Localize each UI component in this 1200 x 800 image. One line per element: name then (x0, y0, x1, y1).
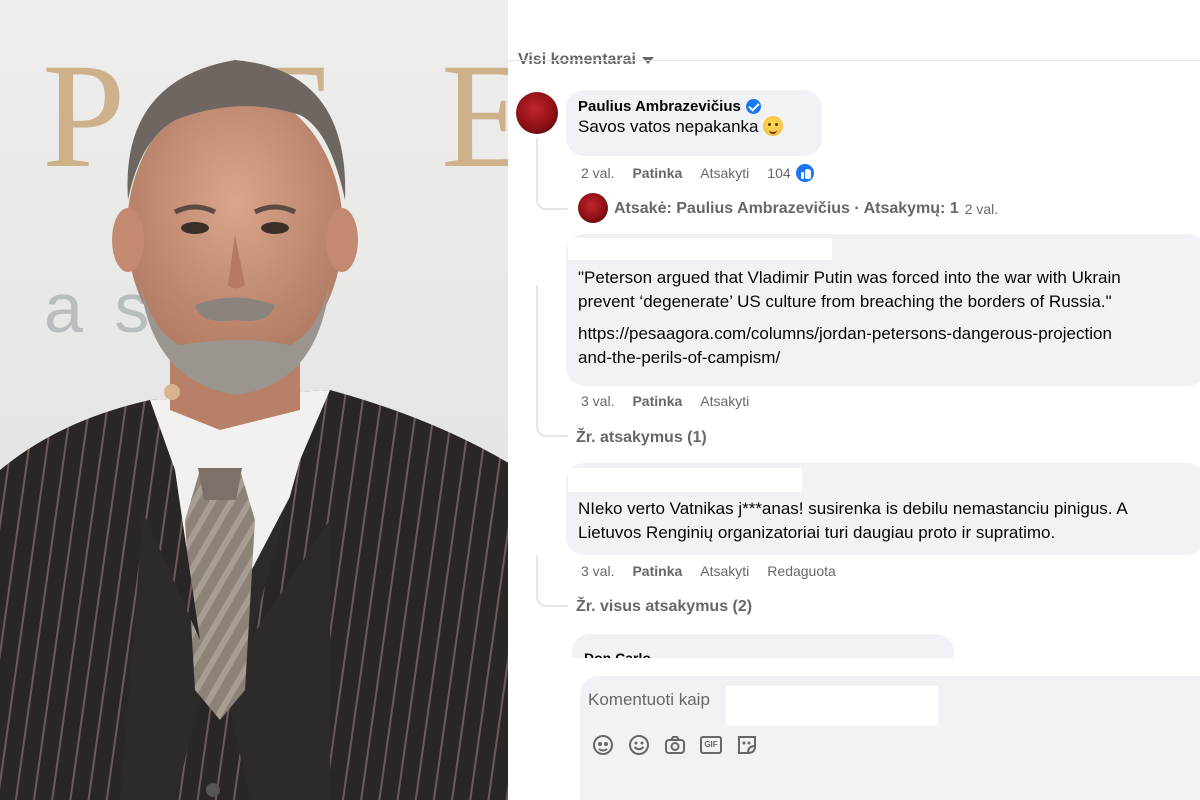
gif-icon[interactable]: GIF (700, 734, 722, 756)
redaction-box (568, 468, 802, 492)
edited-label: Redaguota (767, 563, 836, 579)
comment-text-line: prevent ‘degenerate’ US culture from bre… (578, 292, 1112, 311)
comment-meta: 3 val. Patinka Atsakyti (581, 393, 749, 409)
reaction-count[interactable]: 104 (767, 162, 816, 184)
comment-meta: 3 val. Patinka Atsakyti Redaguota (581, 563, 836, 579)
comment-author[interactable]: Paulius Ambrazevičius (578, 98, 810, 115)
smiling-face-emoji-icon (762, 116, 783, 136)
verified-badge-icon (745, 99, 761, 114)
comment-text-content: Savos vatos nepakanka (578, 117, 759, 136)
sticker-icon[interactable] (736, 734, 758, 756)
like-button[interactable]: Patinka (632, 165, 682, 181)
reply-button[interactable]: Atsakyti (700, 393, 749, 409)
comment-text-line: Lietuvos Renginių organizatoriai turi da… (578, 523, 1056, 542)
divider (508, 60, 1200, 61)
redaction-box (726, 686, 938, 726)
comment-time[interactable]: 3 val. (581, 563, 614, 579)
reply-preview[interactable]: Atsakė: Paulius Ambrazevičius · Atsakymų… (614, 200, 998, 218)
avatar-sticker-icon[interactable] (592, 734, 614, 756)
view-replies-link[interactable]: Žr. atsakymus (1) (576, 429, 707, 447)
author-name[interactable]: Paulius Ambrazevičius (578, 98, 741, 115)
composer-placeholder[interactable]: Komentuoti kaip (588, 690, 710, 710)
like-button[interactable]: Patinka (632, 563, 682, 579)
comment-time[interactable]: 3 val. (581, 393, 614, 409)
portrait-photo: P T E a sveta (0, 0, 540, 800)
comment-link-line[interactable]: https://pesaagora.com/columns/jordan-pet… (578, 322, 1194, 346)
gif-label: GIF (700, 736, 722, 754)
thread-line (536, 285, 568, 437)
thumbs-up-icon (793, 162, 816, 184)
reply-preview-time: 2 val. (964, 201, 999, 217)
redaction-box (568, 238, 832, 260)
thread-line (536, 555, 568, 607)
comment-composer[interactable]: Komentuoti kaip GIF (580, 676, 1200, 800)
reply-button[interactable]: Atsakyti (700, 165, 749, 181)
bubble-clip (508, 658, 1200, 676)
emoji-icon[interactable] (628, 734, 650, 756)
comment-meta: 2 val. Patinka Atsakyti 104 (581, 162, 816, 184)
avatar[interactable] (516, 92, 558, 134)
reply-avatar[interactable] (578, 193, 608, 223)
reply-preview-text: Atsakė: Paulius Ambrazevičius · Atsakymų… (614, 200, 959, 217)
reaction-count-value: 104 (767, 165, 791, 181)
comment-time[interactable]: 2 val. (581, 165, 614, 181)
thread-line (536, 138, 568, 210)
like-button[interactable]: Patinka (632, 393, 682, 409)
comment-text-line: NIeko verto Vatnikas j***anas! susirenka… (578, 499, 1128, 518)
camera-icon[interactable] (664, 734, 686, 756)
view-replies-link[interactable]: Žr. visus atsakymus (2) (576, 598, 752, 616)
reply-button[interactable]: Atsakyti (700, 563, 749, 579)
comments-panel: Visi komentarai Paulius Ambrazevičius Sa… (508, 0, 1200, 800)
comment-link-line[interactable]: and-the-perils-of-campism/ (578, 346, 1194, 370)
man-in-pinstripe-suit-illustration (0, 60, 540, 800)
comment-text-line: "Peterson argued that Vladimir Putin was… (578, 268, 1121, 287)
comment-bubble: Paulius Ambrazevičius Savos vatos nepaka… (566, 90, 822, 156)
comment-text: Savos vatos nepakanka (578, 115, 810, 139)
composer-toolbar: GIF (592, 734, 758, 756)
